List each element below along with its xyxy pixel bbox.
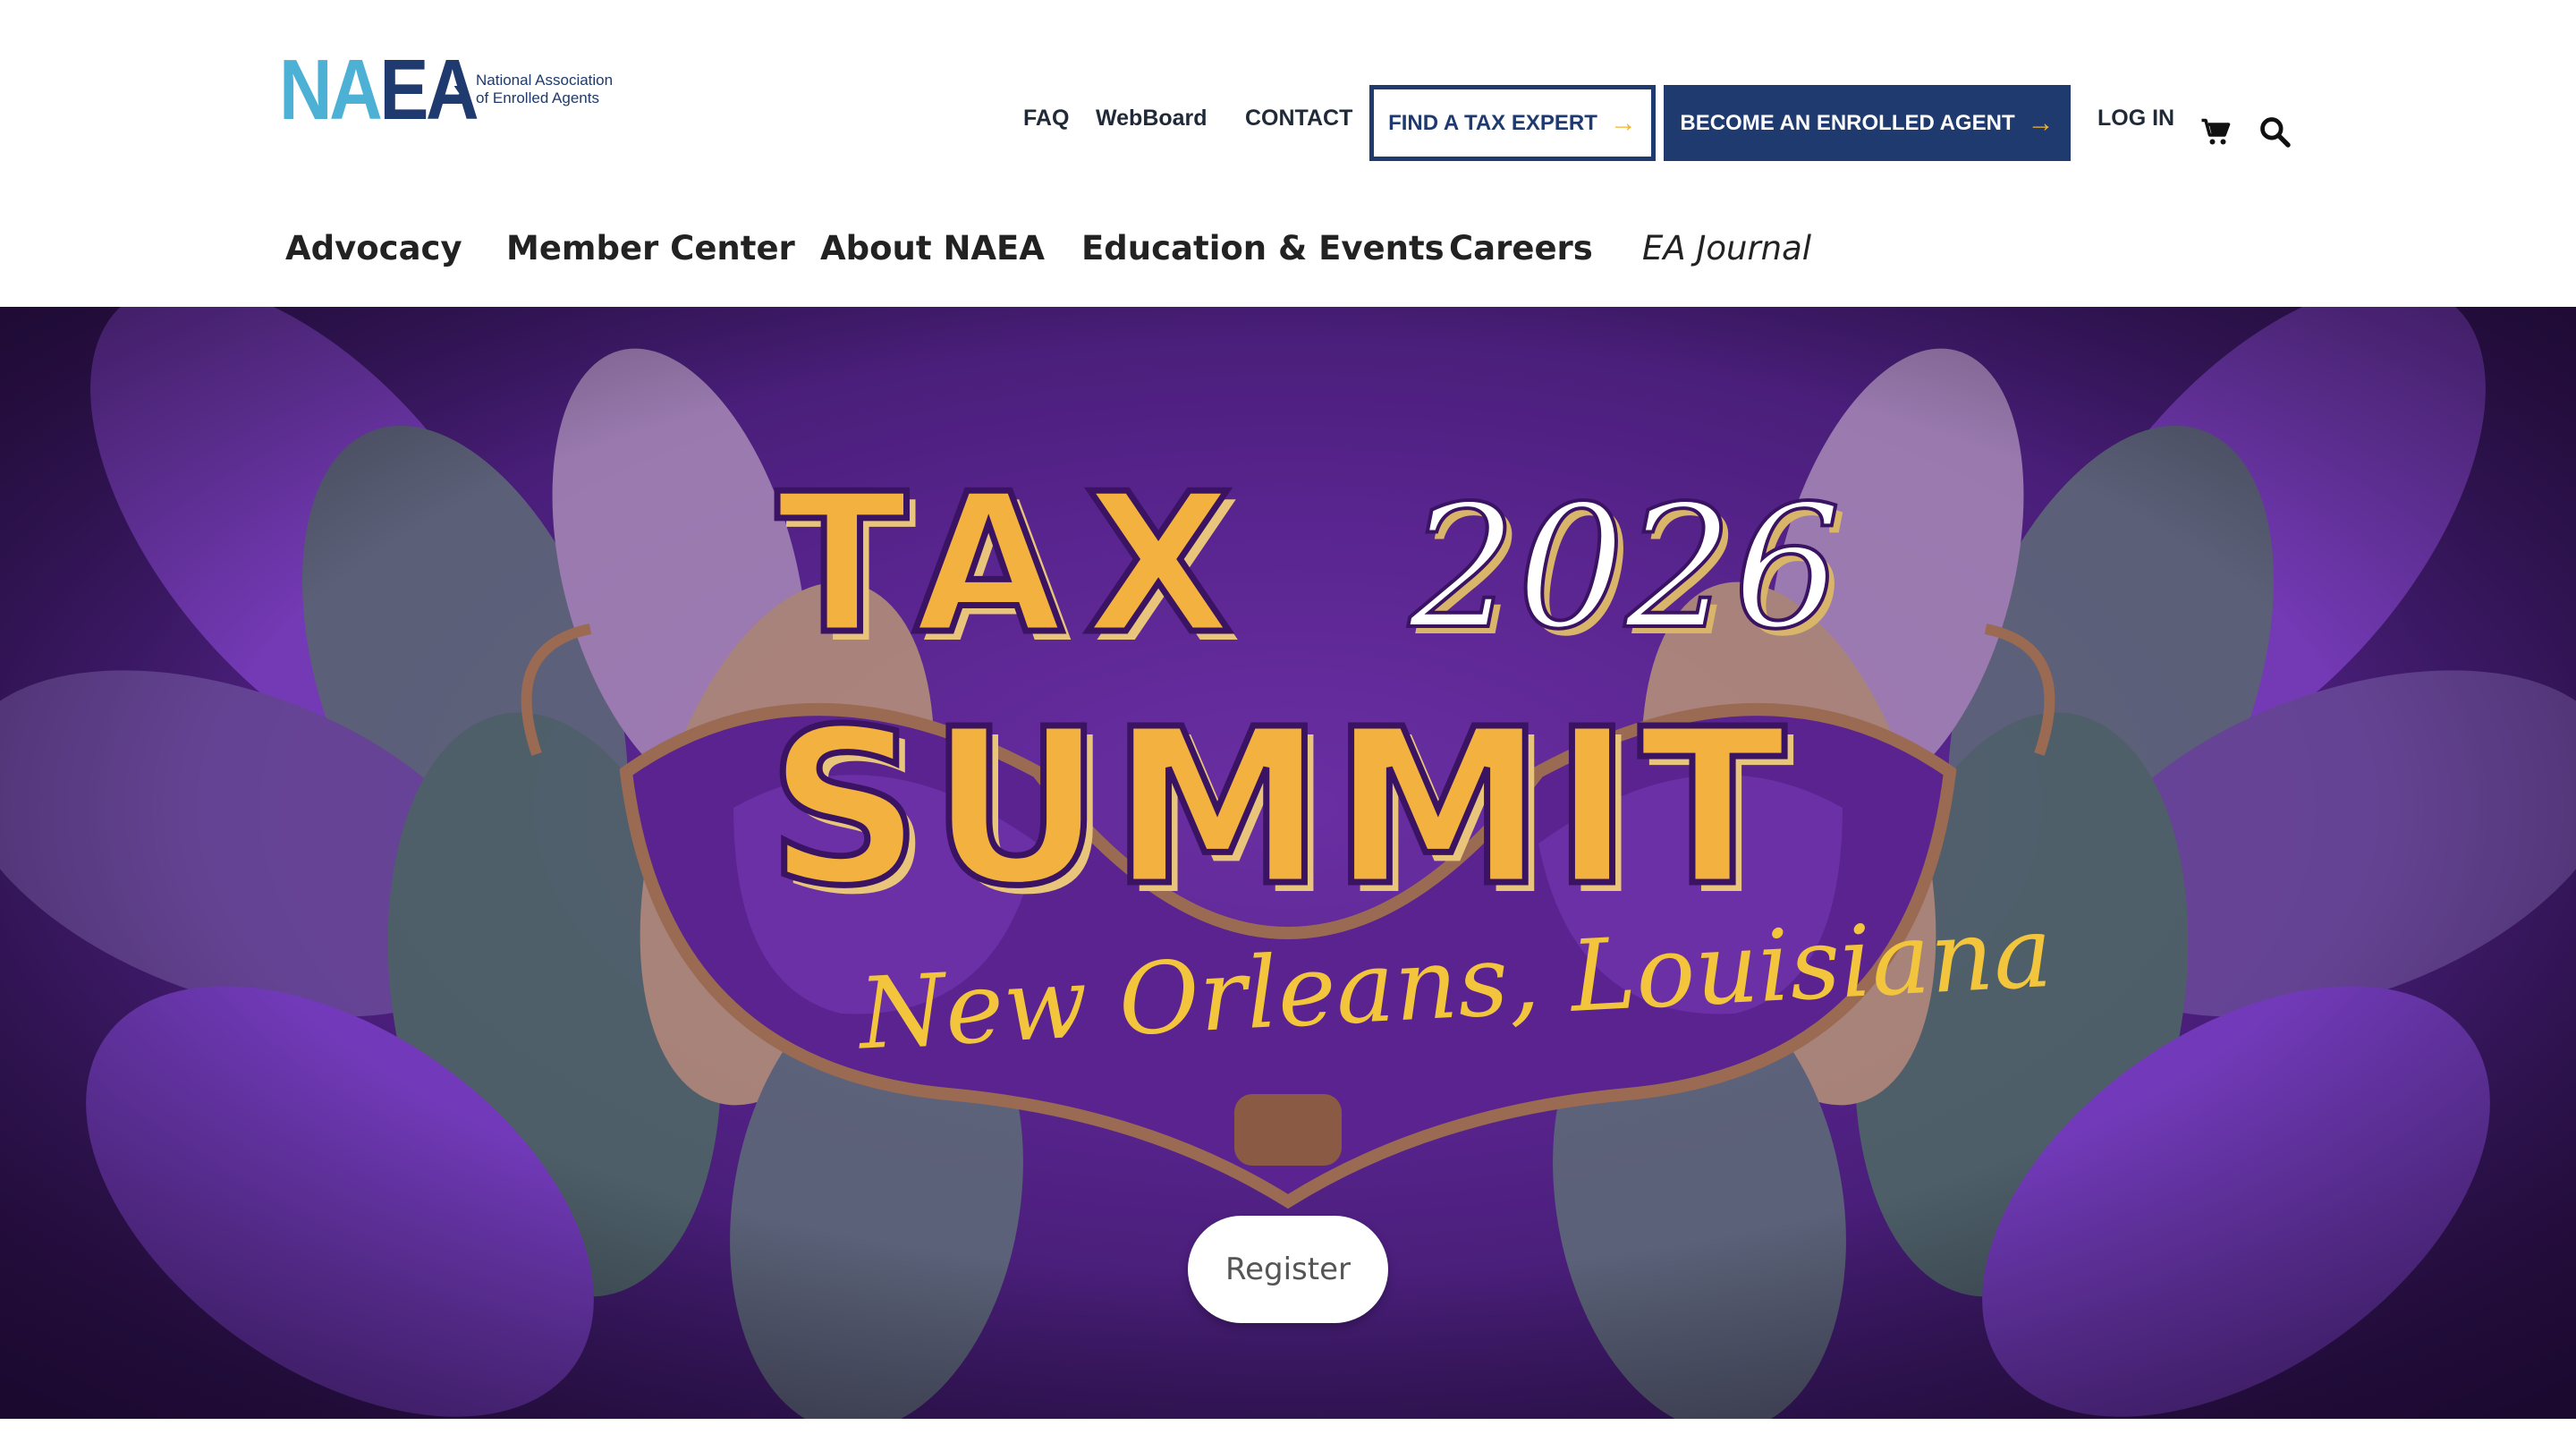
become-enrolled-agent-button[interactable]: BECOME AN ENROLLED AGENT → [1664,85,2071,161]
naea-logo[interactable]: NA EA › National Association of Enrolled … [279,42,613,138]
logo-mark: NA EA [279,42,479,138]
logo-subtitle: National Association of Enrolled Agents [476,72,673,107]
logo-mark-na: NA [279,42,383,138]
nav-item-careers[interactable]: Careers [1449,229,1593,267]
webboard-link[interactable]: WebBoard [1096,106,1208,132]
arrow-right-icon: → [1609,107,1637,138]
logo-subtitle-line2: of Enrolled Agents [476,89,599,106]
faq-link[interactable]: FAQ [1023,106,1069,132]
site-header: NA EA › National Association of Enrolled … [0,0,2576,307]
find-tax-expert-button[interactable]: FIND A TAX EXPERT → [1369,85,1656,161]
main-navigation: Advocacy Member Center About NAEA Educat… [0,229,2576,283]
nav-item-education-events[interactable]: Education & Events [1081,229,1445,267]
login-link[interactable]: LOG IN [2097,106,2174,132]
find-tax-expert-label: FIND A TAX EXPERT [1388,110,1597,135]
hero-title-summit: SUMMIT [764,683,1793,933]
hero-title-tax: TAX [773,452,1255,676]
search-icon[interactable] [2258,115,2292,148]
logo-chevron-icon: › [453,69,466,113]
arrow-right-icon: → [2027,107,2055,138]
nav-item-ea-journal[interactable]: EA Journal [1642,229,1811,267]
become-enrolled-agent-label: BECOME AN ENROLLED AGENT [1680,110,2015,135]
hero-title-year: 2026 [1407,469,1843,666]
nav-item-about-naea[interactable]: About NAEA [820,229,1045,267]
logo-subtitle-line1: National Association [476,72,614,89]
nav-item-advocacy[interactable]: Advocacy [285,229,462,267]
nav-item-member-center[interactable]: Member Center [506,229,795,267]
contact-link[interactable]: CONTACT [1245,106,1352,132]
register-button[interactable]: Register [1188,1216,1388,1323]
cart-icon[interactable] [2200,116,2233,148]
hero-banner: TAX 2026 SUMMIT New Orleans, Louisiana R… [0,307,2576,1419]
